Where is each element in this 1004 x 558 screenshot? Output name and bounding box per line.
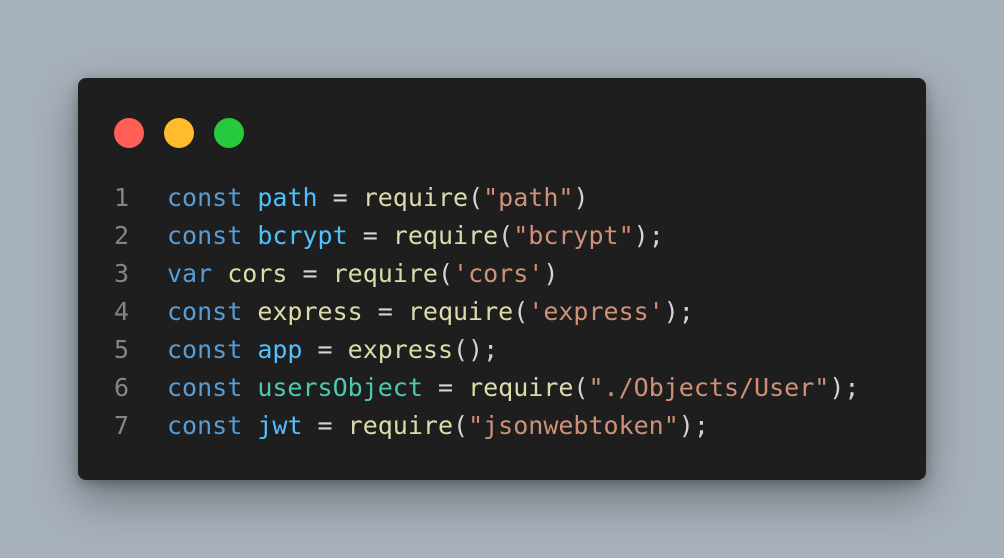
code-token-function: require bbox=[468, 373, 574, 402]
line-number: 2 bbox=[114, 221, 130, 250]
code-token-variable: app bbox=[257, 335, 303, 364]
code-token-punctuation: = bbox=[302, 411, 348, 440]
code-token-punctuation: ( bbox=[573, 373, 589, 402]
code-token-punctuation: = bbox=[302, 335, 348, 364]
maximize-dot-icon[interactable] bbox=[214, 118, 244, 148]
code-token-punctuation: ); bbox=[829, 373, 860, 402]
code-token-punctuation: = bbox=[287, 259, 333, 288]
code-token-variable: bcrypt bbox=[257, 221, 348, 250]
code-token-variable: path bbox=[257, 183, 318, 212]
code-token-punctuation bbox=[242, 373, 257, 402]
code-token-variable-plain: express bbox=[257, 297, 363, 326]
code-token-string: "bcrypt" bbox=[513, 221, 634, 250]
close-dot-icon[interactable] bbox=[114, 118, 144, 148]
code-token-function: require bbox=[332, 259, 438, 288]
code-text: const app = express(); bbox=[167, 331, 498, 369]
code-token-keyword: const bbox=[167, 297, 243, 326]
code-line: 4 const express = require('express'); bbox=[78, 293, 926, 331]
code-text: var cors = require('cors') bbox=[167, 255, 558, 293]
code-token-variable-plain: cors bbox=[227, 259, 288, 288]
code-token-punctuation: ( bbox=[498, 221, 514, 250]
code-token-punctuation: ( bbox=[453, 411, 469, 440]
code-line: 1 const path = require("path") bbox=[78, 179, 926, 217]
code-token-string: "path" bbox=[483, 183, 574, 212]
code-token-keyword: const bbox=[167, 335, 243, 364]
code-token-punctuation: ); bbox=[678, 411, 709, 440]
code-token-punctuation: ( bbox=[513, 297, 529, 326]
line-number: 7 bbox=[114, 411, 130, 440]
code-token-constant-class: usersObject bbox=[257, 373, 423, 402]
code-text: const express = require('express'); bbox=[167, 293, 694, 331]
code-text: const bcrypt = require("bcrypt"); bbox=[167, 217, 664, 255]
line-number: 4 bbox=[114, 297, 130, 326]
code-token-string: "./Objects/User" bbox=[588, 373, 830, 402]
code-token-punctuation: = bbox=[362, 297, 408, 326]
line-number: 6 bbox=[114, 373, 130, 402]
code-token-keyword: const bbox=[167, 373, 243, 402]
code-token-string: 'cors' bbox=[453, 259, 544, 288]
code-token-punctuation: (); bbox=[453, 335, 499, 364]
code-token-function: require bbox=[407, 297, 514, 326]
code-token-string: "jsonwebtoken" bbox=[468, 411, 679, 440]
line-number: 3 bbox=[114, 259, 130, 288]
code-token-punctuation: ); bbox=[633, 221, 664, 250]
code-token-punctuation bbox=[242, 221, 257, 250]
code-token-punctuation: = bbox=[317, 183, 363, 212]
code-token-keyword: const bbox=[167, 411, 243, 440]
code-window: 1 const path = require("path") 2 const bcry… bbox=[78, 78, 926, 480]
code-token-keyword: var bbox=[167, 259, 213, 288]
code-token-string: 'express' bbox=[528, 297, 664, 326]
code-text: const path = require("path") bbox=[167, 179, 589, 217]
code-token-function: require bbox=[362, 183, 469, 212]
code-token-punctuation: = bbox=[422, 373, 469, 402]
code-token-function: require bbox=[347, 411, 453, 440]
code-token-punctuation bbox=[242, 335, 257, 364]
code-token-keyword: const bbox=[167, 183, 243, 212]
code-token-punctuation: ) bbox=[543, 259, 559, 288]
code-token-punctuation bbox=[242, 183, 257, 212]
line-number: 1 bbox=[114, 183, 130, 212]
code-line: 6 const usersObject = require("./Objects/… bbox=[78, 369, 926, 407]
code-token-punctuation: ) bbox=[573, 183, 589, 212]
code-token-punctuation: ( bbox=[437, 259, 454, 288]
code-token-punctuation bbox=[242, 297, 257, 326]
code-token-function: express bbox=[347, 335, 453, 364]
code-token-keyword: const bbox=[167, 221, 243, 250]
code-token-punctuation: = bbox=[347, 221, 393, 250]
code-token-variable: jwt bbox=[257, 411, 303, 440]
code-line: 2 const bcrypt = require("bcrypt"); bbox=[78, 217, 926, 255]
code-line: 3 var cors = require('cors') bbox=[78, 255, 926, 293]
code-token-punctuation bbox=[212, 259, 227, 288]
code-token-function: require bbox=[392, 221, 499, 250]
code-text: const usersObject = require("./Objects/U… bbox=[167, 369, 859, 407]
code-block: 1 const path = require("path") 2 const bcry… bbox=[78, 179, 926, 445]
code-token-punctuation: ( bbox=[468, 183, 484, 212]
minimize-dot-icon[interactable] bbox=[164, 118, 194, 148]
line-number: 5 bbox=[114, 335, 130, 364]
code-token-punctuation: ); bbox=[663, 297, 694, 326]
code-line: 5 const app = express(); bbox=[78, 331, 926, 369]
code-token-punctuation bbox=[242, 411, 257, 440]
code-line: 7 const jwt = require("jsonwebtoken"); bbox=[78, 407, 926, 445]
code-text: const jwt = require("jsonwebtoken"); bbox=[167, 407, 709, 445]
